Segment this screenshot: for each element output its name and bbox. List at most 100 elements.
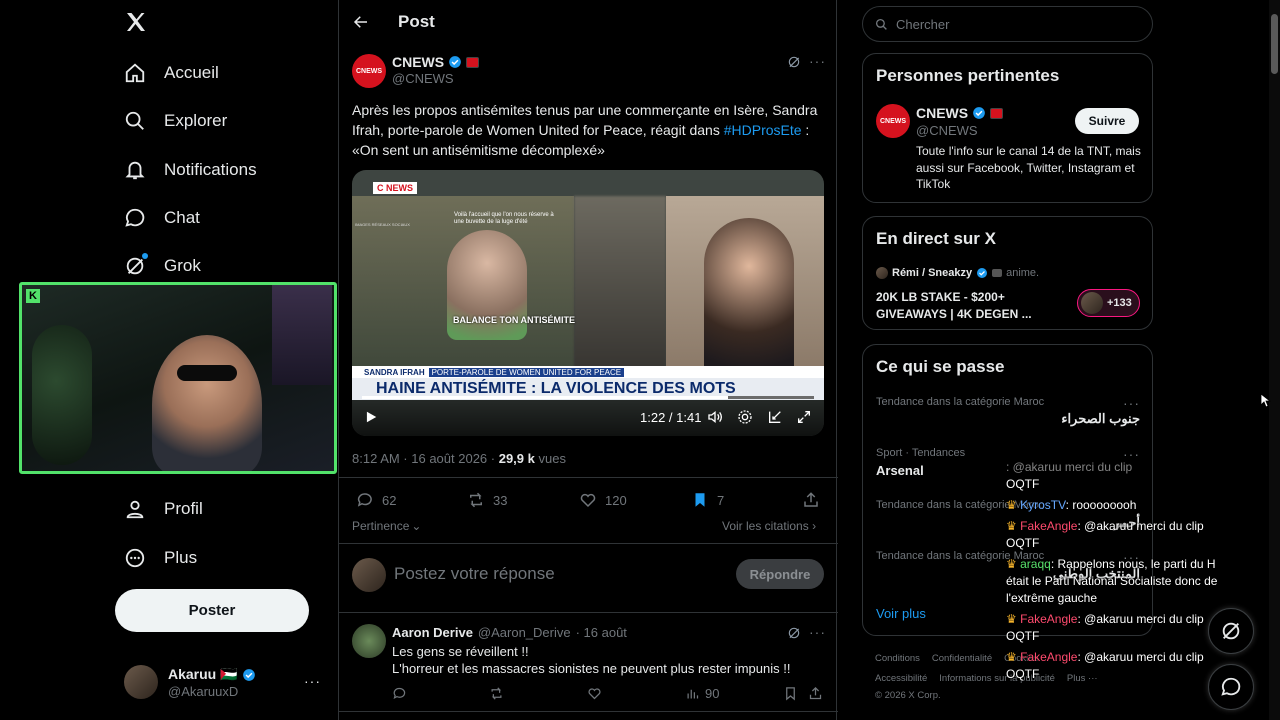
- nav-chat[interactable]: Chat: [124, 198, 200, 238]
- reply-author-name[interactable]: Aaron Derive: [392, 625, 473, 640]
- post-button[interactable]: Poster: [115, 589, 309, 632]
- video-quote: Voilà l'accueil que l'on nous réserve à …: [454, 212, 554, 225]
- search-input[interactable]: Chercher: [862, 6, 1153, 42]
- video-player[interactable]: C NEWS IMAGES RÉSEAUX SOCIAUX Voilà l'ac…: [352, 170, 824, 436]
- bookmark-button[interactable]: 7: [691, 491, 724, 509]
- like-button[interactable]: 120: [579, 491, 627, 509]
- share-icon: [804, 492, 818, 507]
- trend-context: Tendance dans la catégorie Maroc: [876, 396, 1045, 408]
- chat-text: OQTF: [1006, 536, 1040, 550]
- video-controls: [352, 400, 824, 436]
- author-name[interactable]: CNEWS: [392, 54, 444, 70]
- nav-explore[interactable]: Explorer: [124, 101, 227, 141]
- home-icon: [124, 62, 146, 84]
- fullscreen-icon[interactable]: [796, 409, 812, 425]
- background-shelf: [272, 285, 332, 385]
- avatar: [876, 267, 888, 279]
- hashtag-link[interactable]: #HDProsEte: [724, 122, 802, 138]
- trend-name[interactable]: Arsenal: [876, 463, 924, 478]
- volume-icon[interactable]: [707, 409, 723, 425]
- x-logo-icon[interactable]: [124, 10, 148, 34]
- nav-notifications[interactable]: Notifications: [124, 150, 257, 190]
- scrollbar[interactable]: [1269, 0, 1280, 720]
- nav-label: Chat: [164, 208, 200, 227]
- affiliate-badge-icon: [466, 56, 480, 68]
- grok-explain-icon[interactable]: [787, 55, 801, 69]
- video-channel-logo: C NEWS: [373, 182, 417, 194]
- avatar: [124, 665, 158, 699]
- cnews-avatar[interactable]: CNEWS: [352, 54, 386, 88]
- reply-date[interactable]: · 16 août: [576, 625, 627, 640]
- more-dots-icon[interactable]: ···: [304, 673, 321, 689]
- share-button[interactable]: [802, 491, 820, 509]
- reply-icon: [357, 493, 372, 507]
- nav-profile[interactable]: Profil: [124, 489, 203, 529]
- video-corner-label: IMAGES RÉSEAUX SOCIAUX: [355, 222, 410, 227]
- more-dots-icon[interactable]: ···: [809, 53, 826, 69]
- repost-count: 33: [493, 492, 508, 508]
- video-progress-track[interactable]: [362, 396, 814, 399]
- minimize-icon[interactable]: [767, 409, 783, 425]
- search-placeholder: Chercher: [896, 16, 950, 32]
- chat-message: ♛ FakeAngle: @akaruu merci du clip OQTF: [1006, 612, 1204, 643]
- plant-decoration: [32, 325, 92, 465]
- live-listeners-button[interactable]: +133: [1077, 289, 1140, 317]
- chat-text: OQTF: [1006, 629, 1040, 643]
- chevron-down-icon: ⌄: [411, 519, 422, 533]
- views-label: vues: [534, 451, 566, 466]
- nav-home[interactable]: Accueil: [124, 53, 219, 93]
- cnews-avatar[interactable]: CNEWS: [876, 104, 910, 138]
- grok-explain-icon[interactable]: [787, 626, 801, 640]
- more-dots-icon[interactable]: ···: [1123, 395, 1140, 411]
- footer-link[interactable]: Confidentialité: [932, 653, 992, 664]
- see-more-link[interactable]: Voir plus: [876, 606, 926, 621]
- like-button[interactable]: [587, 686, 602, 701]
- nav-more[interactable]: Plus: [124, 538, 197, 578]
- reply-input[interactable]: Postez votre réponse: [394, 564, 555, 584]
- settings-gear-icon[interactable]: [737, 409, 753, 425]
- tweet-meta: 8:12 AM · 16 août 2026 · 29,9 k vues: [352, 451, 566, 466]
- repost-icon: [491, 687, 502, 700]
- chat-text: OQTF: [1006, 477, 1040, 491]
- sort-dropdown[interactable]: Pertinence ⌄: [352, 519, 421, 533]
- scrollbar-thumb[interactable]: [1271, 14, 1278, 74]
- chat-floating-button[interactable]: [1208, 664, 1254, 710]
- more-dots-icon[interactable]: ···: [809, 624, 826, 640]
- repost-button[interactable]: 33: [467, 491, 507, 509]
- share-button[interactable]: [808, 686, 823, 701]
- tweet-timestamp[interactable]: 8:12 AM · 16 août 2026 ·: [352, 451, 499, 466]
- chat-message: ♛ KyrosTV: rooooooooh: [1006, 498, 1137, 512]
- back-arrow-icon[interactable]: [352, 13, 370, 31]
- chat-username: araqq: [1020, 557, 1051, 571]
- play-icon[interactable]: [364, 410, 378, 424]
- chat-username: FakeAngle: [1020, 519, 1078, 533]
- chat-text: : @akaruu merci du clip: [1077, 612, 1204, 626]
- reply-button[interactable]: 62: [356, 491, 396, 509]
- footer-link[interactable]: Accessibilité: [875, 673, 927, 684]
- follow-button[interactable]: Suivre: [1075, 108, 1139, 134]
- search-icon: [875, 18, 888, 31]
- footer-link[interactable]: Conditions: [875, 653, 920, 664]
- trend-name[interactable]: جنوب الصحراء: [876, 411, 1140, 427]
- reply-submit-button[interactable]: Répondre: [736, 559, 824, 589]
- nav-grok[interactable]: Grok: [124, 246, 201, 286]
- reply-button[interactable]: [392, 686, 407, 701]
- reply-text-line: L'horreur et les massacres sionistes ne …: [392, 661, 791, 676]
- views-button[interactable]: 90: [685, 686, 719, 701]
- live-host[interactable]: Rémi / Sneakzy: [892, 267, 972, 279]
- live-stream-title[interactable]: 20K LB STAKE - $200+ GIVEAWAYS | 4K DEGE…: [876, 289, 1046, 322]
- grok-floating-button[interactable]: [1208, 608, 1254, 654]
- avatar[interactable]: [352, 624, 386, 658]
- account-switcher[interactable]: Akaruu 🇵🇸 @AkaruuxD ···: [124, 664, 324, 702]
- relevant-handle: @CNEWS: [916, 123, 978, 138]
- nav-label: Profil: [164, 499, 203, 518]
- views-count: 90: [705, 686, 720, 701]
- chat-username: KyrosTV: [1020, 498, 1066, 512]
- view-quotes-link[interactable]: Voir les citations ›: [722, 519, 816, 533]
- relevant-bio: Toute l'info sur le canal 14 de la TNT, …: [916, 144, 1141, 191]
- reply-icon: [393, 687, 406, 700]
- account-handle: @AkaruuxD: [168, 684, 239, 699]
- relevant-name[interactable]: CNEWS: [916, 105, 968, 121]
- repost-button[interactable]: [489, 686, 504, 701]
- bookmark-button[interactable]: [783, 686, 798, 701]
